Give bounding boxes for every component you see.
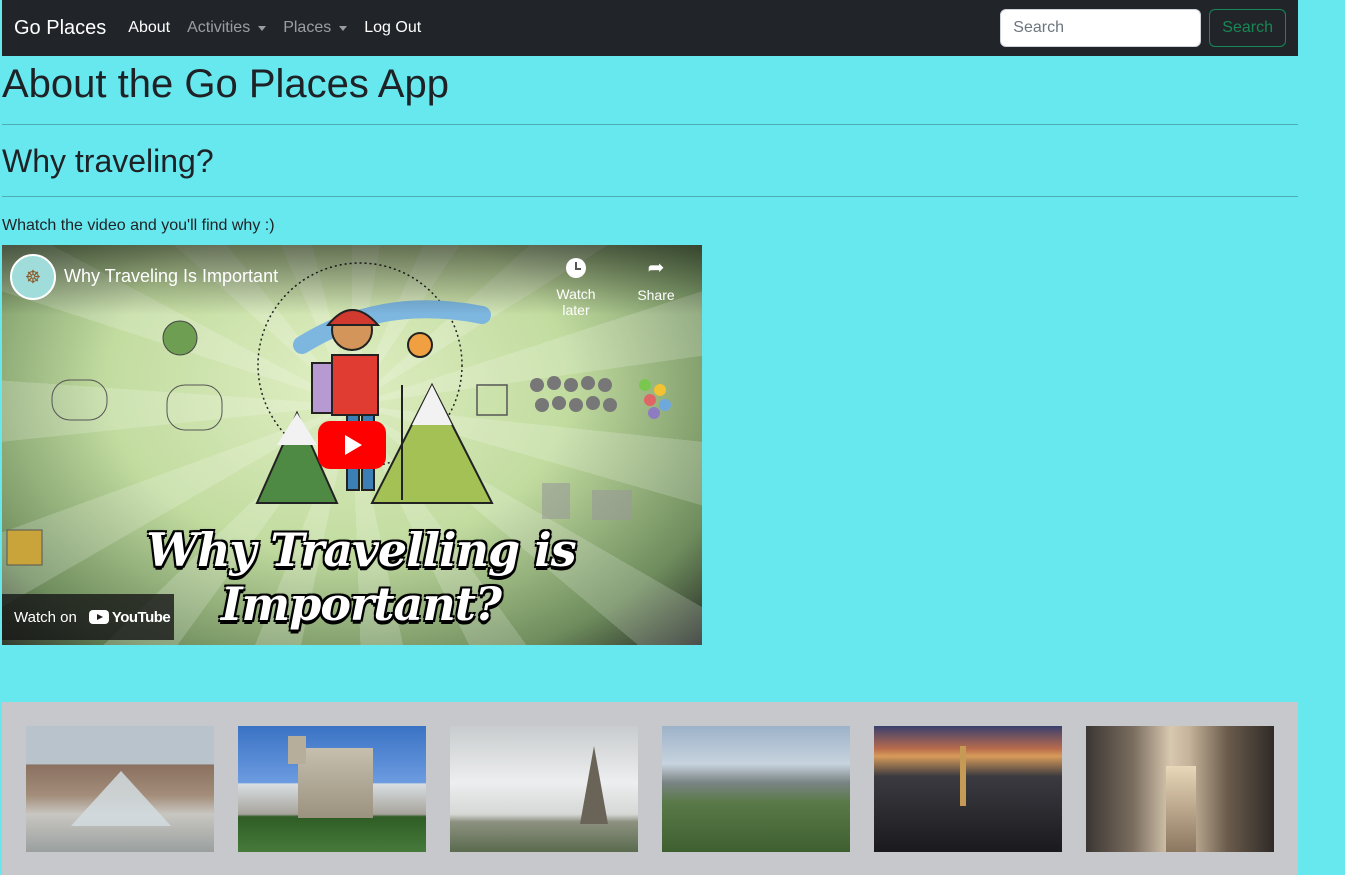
street-shape xyxy=(1166,766,1196,852)
nav-about[interactable]: About xyxy=(128,19,170,37)
search-button[interactable]: Search xyxy=(1209,9,1286,47)
youtube-video-embed[interactable]: ☸ Why Traveling Is Important Watch later… xyxy=(2,245,702,645)
share-button[interactable]: ➦ Share xyxy=(621,257,691,303)
tower-shape xyxy=(580,746,608,824)
city-panorama-thumbnail[interactable] xyxy=(662,726,850,852)
page-wrapper: Go Places About Activities Places Log Ou… xyxy=(2,0,1298,645)
caret-down-icon xyxy=(258,25,267,31)
page-title: About the Go Places App xyxy=(2,62,449,106)
search-input[interactable] xyxy=(1000,9,1202,47)
nav-places-dropdown[interactable]: Places xyxy=(283,19,348,37)
louvre-pyramid xyxy=(71,771,171,826)
nav-logout-label: Log Out xyxy=(364,19,422,36)
nav-activities-label: Activities xyxy=(187,19,251,36)
notre-dame-thumbnail[interactable] xyxy=(238,726,426,852)
section-heading: Why traveling? xyxy=(2,143,214,179)
watch-on-label: Watch on xyxy=(14,608,77,626)
intro-text: Whatch the video and you'll find why :) xyxy=(2,217,275,234)
eiffel-tower-thumbnail[interactable] xyxy=(450,726,638,852)
play-button[interactable] xyxy=(318,421,386,469)
cathedral-shape xyxy=(288,736,373,818)
louvre-thumbnail[interactable] xyxy=(26,726,214,852)
video-title[interactable]: Why Traveling Is Important xyxy=(64,266,278,287)
caret-down-icon xyxy=(339,25,348,31)
youtube-play-icon xyxy=(88,610,109,624)
youtube-logo: YouTube xyxy=(88,608,171,626)
youtube-wordmark: YouTube xyxy=(111,608,171,626)
share-label: Share xyxy=(637,287,675,303)
nav-about-label: About xyxy=(128,19,171,36)
paris-street-thumbnail[interactable] xyxy=(1086,726,1274,852)
share-arrow-icon: ➦ xyxy=(647,257,665,279)
watch-later-button[interactable]: Watch later xyxy=(541,257,611,318)
skyscraper-shape xyxy=(960,746,966,806)
watch-on-youtube-button[interactable]: Watch on YouTube xyxy=(2,594,174,640)
divider xyxy=(2,196,1298,197)
nav-places-label: Places xyxy=(283,19,332,36)
navbar: Go Places About Activities Places Log Ou… xyxy=(2,0,1298,56)
nav-logout[interactable]: Log Out xyxy=(364,19,421,37)
watch-later-label: Watch later xyxy=(556,286,596,318)
nav-activities-dropdown[interactable]: Activities xyxy=(187,19,267,37)
image-gallery xyxy=(2,702,1298,875)
clock-icon xyxy=(566,258,586,278)
subtitle-wrapper: Why traveling? xyxy=(2,125,1298,180)
channel-avatar[interactable]: ☸ xyxy=(10,254,56,300)
brand-link[interactable]: Go Places xyxy=(14,17,106,40)
skyline-sunset-thumbnail[interactable] xyxy=(874,726,1062,852)
